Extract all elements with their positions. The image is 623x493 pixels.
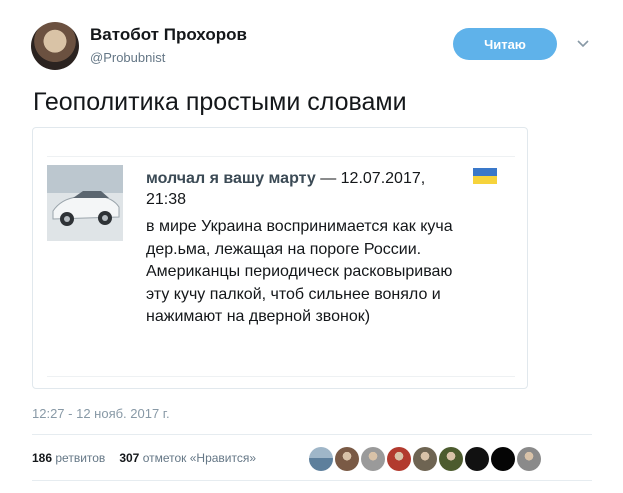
avatar-dark[interactable] [465, 447, 489, 471]
follow-button[interactable]: Читаю [453, 28, 557, 60]
divider [32, 434, 592, 435]
avatar-figure[interactable] [387, 447, 411, 471]
author-avatar[interactable] [31, 22, 79, 70]
avatar-face[interactable] [335, 447, 359, 471]
retweets-count: 186 [32, 451, 53, 465]
author-name[interactable]: Ватобот Прохоров [90, 25, 247, 45]
avatar-face[interactable] [413, 447, 437, 471]
avatar-dog[interactable] [517, 447, 541, 471]
liker-avatars [309, 447, 541, 471]
avatar-face[interactable] [361, 447, 385, 471]
retweets-stat[interactable]: 186 ретвитов [32, 451, 105, 465]
avatar-soldier[interactable] [439, 447, 463, 471]
engagement-stats: 186 ретвитов 307 отметок «Нравится» [32, 451, 256, 465]
retweets-label: ретвитов [55, 451, 106, 465]
divider [32, 480, 592, 481]
quoted-author[interactable]: молчал я вашу марту [146, 170, 316, 187]
chevron-down-icon[interactable] [576, 36, 590, 50]
author-handle[interactable]: @Probubnist [90, 50, 165, 65]
ukraine-flag-icon [473, 168, 497, 184]
likes-count: 307 [119, 451, 140, 465]
tweet-text: Геополитика простыми словами [33, 88, 407, 116]
likes-stat[interactable]: 307 отметок «Нравится» [119, 451, 256, 465]
divider [47, 376, 515, 377]
avatar-landscape[interactable] [309, 447, 333, 471]
quoted-post-card[interactable]: молчал я вашу марту — 12.07.2017, 21:38 … [32, 127, 528, 389]
post-timestamp[interactable]: 12:27 - 12 нояб. 2017 г. [32, 406, 170, 421]
quoted-post-header: молчал я вашу марту — 12.07.2017, 21:38 [146, 168, 446, 210]
avatar-dark[interactable] [491, 447, 515, 471]
quoted-post-body: в мире Украина воспринимается как куча д… [146, 218, 453, 326]
divider [47, 156, 515, 157]
car-thumbnail[interactable] [47, 165, 123, 241]
likes-label: отметок «Нравится» [142, 451, 257, 465]
